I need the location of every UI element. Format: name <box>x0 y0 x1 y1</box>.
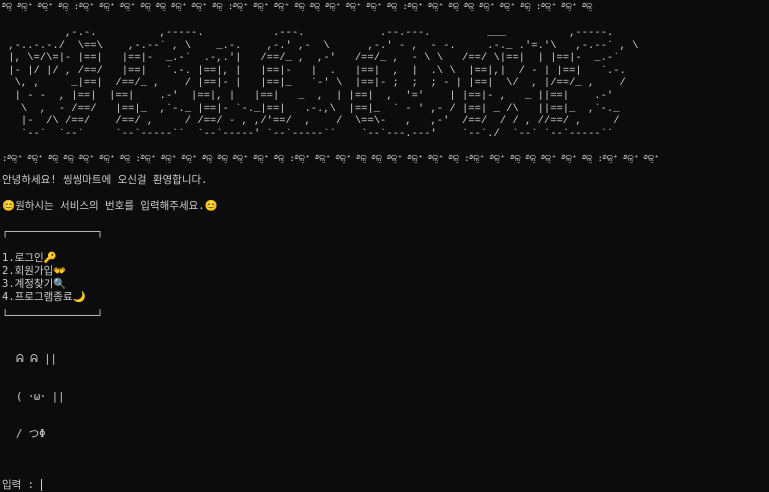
text-cursor[interactable] <box>41 479 43 492</box>
banner-line: |- |/ |/ , /==/ |==| `.-. |==|, | |==|- … <box>2 64 645 77</box>
prompt-label: 입력 : <box>2 478 41 491</box>
bunny-ascii-art: ᕱ ᕱ || ( ･ω･ || / つΦ <box>16 328 767 466</box>
ascii-banner: ,-.-. ,-----. .---. .--.---. ___ ,-----.… <box>2 27 767 140</box>
bunny-line: / つΦ <box>16 428 46 441</box>
banner-line: |- /\ /==/ /==/ , / /==/ - , ,/'==/ , / … <box>2 115 639 128</box>
terminal-window: ࿔ଳ̮ ࿔ଳ̮⁺ ࿔ଳ̮⁺ ࿔ଳ̮ :࿔ଳ̮⁺ ࿔ଳ̮⁺ ࿔ଳ̮⁺ ࿔ଳ̮ ࿔ଳ… <box>2 1 767 492</box>
banner-line: | - - , |==| |==| .-' |==|, | |==| _ , |… <box>2 89 639 102</box>
menu-item-exit: 4.프로그램종료🌙 <box>2 291 86 304</box>
bottom-decoration-border: :࿔ଳ̮⁺ ࿔ଳ̮⁺ ࿔ଳ̮ ࿔ଳ̮ ࿔ଳ̮⁺ ࿔ଳ̮⁺ ࿔ଳ̮ :࿔ଳ̮⁺ ࿔… <box>2 154 660 165</box>
banner-line: ,-.-. ,-----. .---. .--.---. ___ ,-----. <box>2 27 639 39</box>
menu-item-signup: 2.회원가입👐 <box>2 265 67 278</box>
menu-item-find-account: 3.계정찾기🔍 <box>2 278 67 291</box>
instruction-text: 😊원하시는 서비스의 번호를 입력해주세요.😊 <box>2 200 218 213</box>
menu-box-top-border: ┌──────────────┐ <box>2 226 104 239</box>
banner-line: `--` `--` `--`-----`` `--`-----' `--`---… <box>2 127 639 140</box>
top-decoration-border: ࿔ଳ̮ ࿔ଳ̮⁺ ࿔ଳ̮⁺ ࿔ଳ̮ :࿔ଳ̮⁺ ࿔ଳ̮⁺ ࿔ଳ̮⁺ ࿔ଳ̮ ࿔ଳ… <box>2 2 593 12</box>
banner-line: ,-..-.-./ \==\ ,-.--` , \ _.-. ,-.' ,- \… <box>2 39 658 52</box>
menu-item-login: 1.로그인🔑 <box>2 252 57 265</box>
bunny-line: ( ･ω･ || <box>16 390 65 403</box>
input-prompt[interactable]: 입력 : <box>2 479 767 492</box>
bunny-line: ᕱ ᕱ || <box>16 353 57 366</box>
banner-line: \ , - /==/ |==|_ ,`-._ |==|- `-._|==| .-… <box>2 102 639 115</box>
banner-line: |, \=/\=|- |==| |==|- _.-` .-,.'| /==/_ … <box>2 52 639 65</box>
menu-box-bottom-border: └──────────────┘ <box>2 310 104 323</box>
banner-line: \, , _|==| /==/_ , / |==|- | |==|_ `-' \… <box>2 77 645 90</box>
greeting-text: 안녕하세요! 씽씽마트에 오신걸 환영합니다. <box>2 174 208 187</box>
